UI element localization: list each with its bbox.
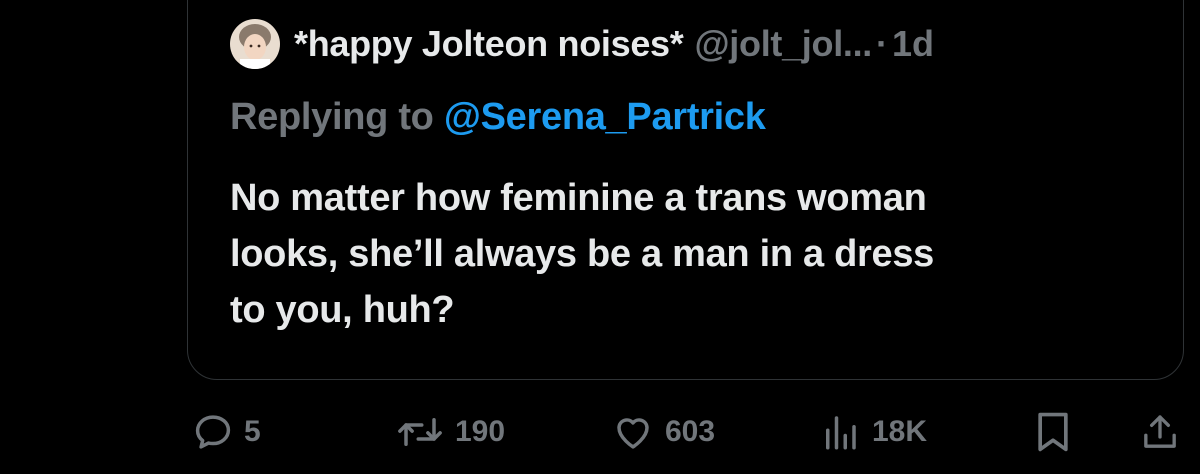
views-icon (826, 416, 856, 450)
like-button[interactable]: 603 (611, 410, 715, 454)
bookmark-button[interactable] (1033, 410, 1073, 454)
heart-icon (617, 418, 649, 449)
tweet-text-line: to you, huh? (230, 289, 455, 331)
quoted-tweet-author-row: *happy Jolteon noises* @jolt_jol... · 1d (230, 16, 934, 72)
share-icon (1144, 415, 1176, 448)
avatar-image (230, 19, 280, 69)
user-handle[interactable]: @jolt_jol... (695, 23, 873, 65)
retweet-icon (398, 418, 442, 446)
replying-to-line: Replying to @Serena_Partrick (230, 96, 766, 139)
timestamp[interactable]: 1d (892, 23, 934, 65)
retweet-count: 190 (455, 415, 506, 448)
reply-button[interactable]: 5 (192, 410, 261, 454)
tweet-page: *happy Jolteon noises* @jolt_jol... · 1d… (0, 0, 1200, 474)
avatar[interactable] (230, 19, 280, 69)
like-count: 603 (665, 415, 716, 448)
views-button[interactable]: 18K (818, 410, 927, 454)
tweet-text: No matter how feminine a trans woman loo… (230, 170, 1150, 338)
display-name[interactable]: *happy Jolteon noises* (294, 23, 684, 65)
tweet-text-line: looks, she’ll always be a man in a dress (230, 233, 934, 275)
retweet-button[interactable]: 190 (395, 410, 505, 454)
separator-dot: · (876, 23, 889, 64)
share-button[interactable] (1140, 410, 1180, 454)
reply-count: 5 (244, 415, 261, 448)
tweet-text-line: No matter how feminine a trans woman (230, 177, 927, 219)
views-count: 18K (872, 415, 928, 448)
replying-to-label: Replying to (230, 96, 434, 138)
bookmark-icon (1038, 412, 1068, 452)
replying-to-handle[interactable]: @Serena_Partrick (444, 96, 766, 138)
reply-icon (195, 415, 231, 449)
